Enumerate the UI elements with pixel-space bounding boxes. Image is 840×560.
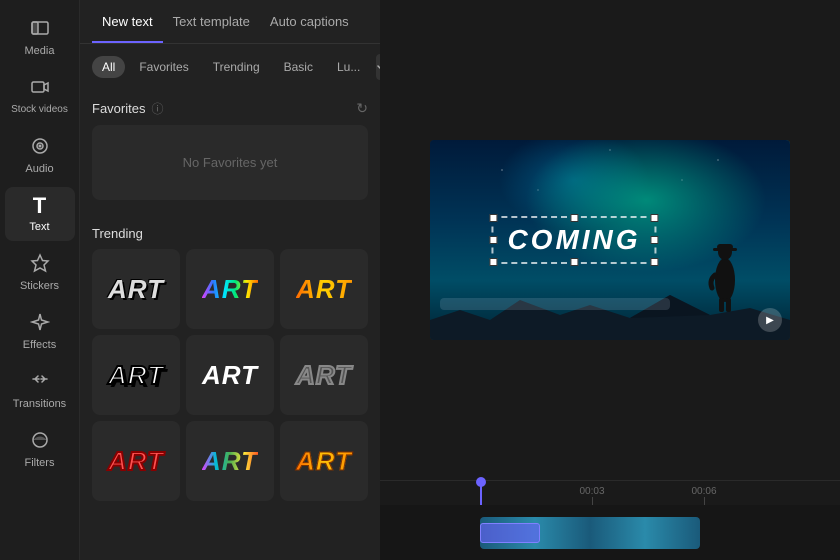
- favorites-info-icon: ⓘ: [151, 100, 163, 117]
- text-style-card-9[interactable]: ART: [280, 421, 368, 501]
- sidebar-item-text[interactable]: T Text: [5, 187, 75, 241]
- trending-title: Trending: [92, 226, 143, 241]
- art-text-3: ART: [296, 274, 352, 305]
- tab-auto-captions[interactable]: Auto captions: [260, 0, 359, 43]
- favorites-title: Favorites ⓘ: [92, 100, 163, 117]
- filter-lu[interactable]: Lu...: [327, 56, 370, 78]
- overlay-text: COMING: [507, 224, 640, 255]
- sidebar-item-effects[interactable]: Effects: [5, 304, 75, 359]
- sidebar-transitions-label: Transitions: [13, 398, 66, 410]
- art-text-4: ART: [108, 360, 164, 391]
- art-text-8: ART: [202, 446, 258, 477]
- text-overlay[interactable]: COMING: [491, 216, 656, 264]
- filter-all[interactable]: All: [92, 56, 125, 78]
- sidebar-item-audio[interactable]: Audio: [5, 128, 75, 183]
- handle-bottom-mid[interactable]: [570, 258, 578, 266]
- trending-section: Trending ART ART ART ART ART: [92, 216, 368, 501]
- text-style-card-7[interactable]: ART: [92, 421, 180, 501]
- sidebar-audio-label: Audio: [25, 163, 53, 175]
- art-text-9: ART: [296, 446, 352, 477]
- sidebar-text-label: Text: [29, 221, 49, 233]
- audio-icon: [30, 136, 50, 159]
- handle-bottom-right[interactable]: [651, 258, 659, 266]
- filter-basic[interactable]: Basic: [274, 56, 323, 78]
- favorites-refresh-button[interactable]: ↻: [356, 100, 368, 117]
- ruler-label-1: 00:06: [691, 486, 716, 497]
- main-area: COMING ▶ 00:03: [380, 0, 840, 560]
- sidebar-stock-label: Stock videos: [11, 104, 68, 116]
- playhead[interactable]: [480, 481, 482, 505]
- snow-highlight: [440, 298, 670, 310]
- favorites-empty: No Favorites yet: [92, 125, 368, 200]
- art-text-5: ART: [202, 360, 258, 391]
- handle-top-right[interactable]: [651, 214, 659, 222]
- text-track-clip[interactable]: [480, 523, 540, 543]
- ruler-label-0: 00:03: [579, 486, 604, 497]
- stock-videos-icon: [30, 77, 50, 100]
- sidebar-effects-label: Effects: [23, 339, 56, 351]
- sidebar-stickers-label: Stickers: [20, 280, 59, 292]
- play-button[interactable]: ▶: [758, 308, 782, 332]
- art-text-6: ART: [296, 360, 352, 391]
- effects-icon: [30, 312, 50, 335]
- sidebar-item-filters[interactable]: Filters: [5, 422, 75, 477]
- tab-new-text[interactable]: New text: [92, 0, 163, 43]
- text-style-card-2[interactable]: ART: [186, 249, 274, 329]
- handle-mid-right[interactable]: [651, 236, 659, 244]
- filters-icon: [30, 430, 50, 453]
- text-style-card-1[interactable]: ART: [92, 249, 180, 329]
- handle-top-left[interactable]: [489, 214, 497, 222]
- art-text-7: ART: [108, 446, 164, 477]
- video-canvas: COMING ▶: [430, 140, 790, 340]
- favorites-section-header: Favorites ⓘ ↻: [92, 90, 368, 125]
- art-text-1: ART: [108, 274, 164, 305]
- sidebar-item-transitions[interactable]: Transitions: [5, 363, 75, 418]
- sidebar-media-label: Media: [25, 45, 55, 57]
- timeline-tracks: [380, 505, 840, 560]
- filter-trending[interactable]: Trending: [203, 56, 270, 78]
- text-style-card-5[interactable]: ART: [186, 335, 274, 415]
- handle-mid-left[interactable]: [489, 236, 497, 244]
- timeline-ruler: 00:03 00:06: [380, 481, 840, 505]
- canvas-area: COMING ▶: [380, 0, 840, 480]
- sidebar-filters-label: Filters: [25, 457, 55, 469]
- track-area: [480, 515, 840, 551]
- sidebar-item-stickers[interactable]: Stickers: [5, 245, 75, 300]
- panel-content: Favorites ⓘ ↻ No Favorites yet Trending …: [80, 90, 380, 560]
- media-icon: [30, 18, 50, 41]
- handle-top-mid[interactable]: [570, 214, 578, 222]
- ruler-marks: 00:03 00:06: [480, 481, 760, 505]
- text-panel: New text Text template Auto captions All…: [80, 0, 380, 560]
- text-icon: T: [33, 195, 46, 217]
- sidebar-item-media[interactable]: Media: [5, 10, 75, 65]
- stickers-icon: [30, 253, 50, 276]
- handle-bottom-left[interactable]: [489, 258, 497, 266]
- tab-text-template[interactable]: Text template: [163, 0, 260, 43]
- sidebar-item-stock-videos[interactable]: Stock videos: [5, 69, 75, 124]
- figure-silhouette: [705, 230, 745, 325]
- text-style-grid: ART ART ART ART ART ART: [92, 249, 368, 501]
- transitions-icon: [30, 371, 50, 394]
- sidebar: Media Stock videos Audio T Text: [0, 0, 80, 560]
- trending-section-header: Trending: [92, 216, 368, 249]
- text-style-card-6[interactable]: ART: [280, 335, 368, 415]
- panel-tabs: New text Text template Auto captions: [80, 0, 380, 44]
- timeline: 00:03 00:06: [380, 480, 840, 560]
- filter-bar: All Favorites Trending Basic Lu...: [80, 44, 380, 90]
- art-text-2: ART: [202, 274, 258, 305]
- text-style-card-8[interactable]: ART: [186, 421, 274, 501]
- filter-favorites[interactable]: Favorites: [129, 56, 198, 78]
- text-style-card-4[interactable]: ART: [92, 335, 180, 415]
- text-style-card-3[interactable]: ART: [280, 249, 368, 329]
